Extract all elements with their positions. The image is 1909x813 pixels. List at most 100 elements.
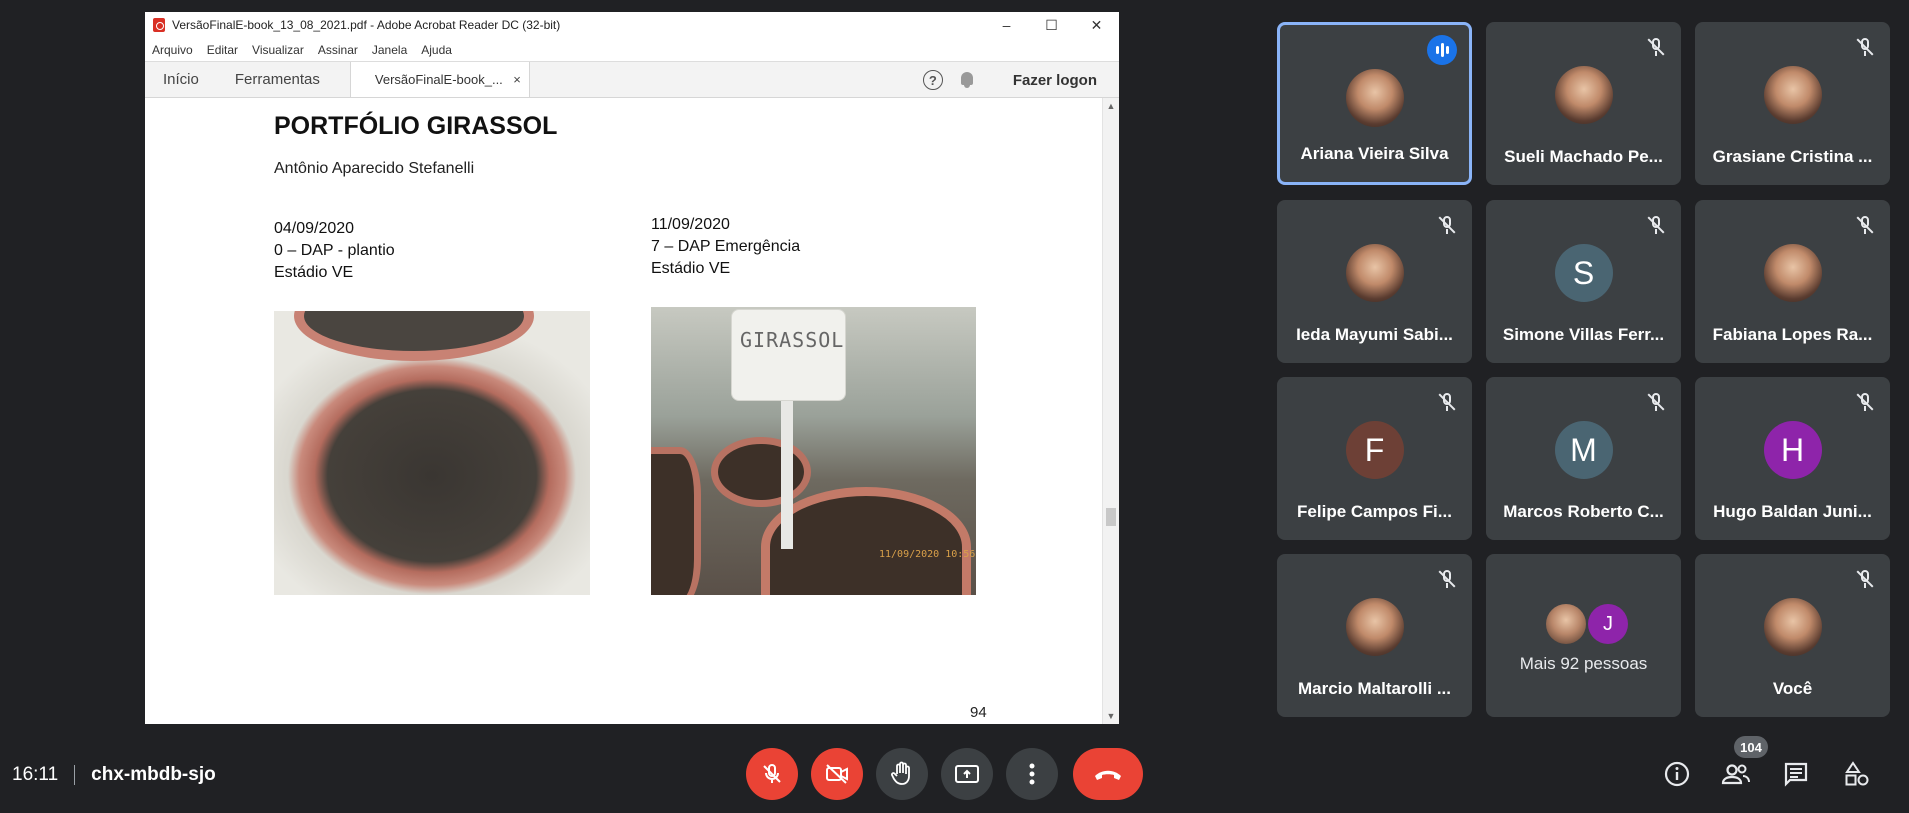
more-avatars: J (1546, 604, 1628, 644)
participant-tile[interactable]: F Felipe Campos Fi... (1277, 377, 1472, 540)
participant-tile[interactable]: Ariana Vieira Silva (1277, 22, 1472, 185)
tab-close-icon[interactable]: × (513, 72, 521, 87)
camera-toggle-button[interactable] (811, 748, 863, 800)
acrobat-tabbar: Início Ferramentas VersãoFinalE-book_...… (145, 62, 1119, 98)
plant-sign-text: GIRASSOL (740, 328, 845, 352)
mic-muted-icon (1436, 568, 1458, 590)
more-options-button[interactable] (1006, 748, 1058, 800)
present-screen-button[interactable] (941, 748, 993, 800)
more-people-tile[interactable]: J Mais 92 pessoas (1486, 554, 1681, 717)
maximize-icon[interactable]: ☐ (1029, 12, 1074, 38)
mic-muted-icon (1436, 391, 1458, 413)
help-icon[interactable]: ? (922, 70, 943, 90)
meeting-controls: 16:11 chx-mbdb-sjo 104 (0, 736, 1909, 813)
divider (74, 765, 76, 785)
bell-icon[interactable] (959, 71, 975, 89)
mini-avatar (1546, 604, 1586, 644)
avatar (1763, 598, 1822, 656)
shapes-icon (1845, 761, 1869, 786)
mic-muted-icon (1854, 36, 1876, 58)
participant-tile[interactable]: Você (1695, 554, 1890, 717)
avatar (1345, 69, 1404, 127)
participant-name: Felipe Campos Fi... (1297, 502, 1452, 521)
raise-hand-button[interactable] (876, 748, 928, 800)
participant-name: Fabiana Lopes Ra... (1712, 325, 1873, 344)
chat-button[interactable] (1776, 754, 1816, 794)
entry-1: 04/09/2020 0 – DAP - plantio Estádio VE (274, 218, 395, 284)
scroll-up-icon[interactable]: ▲ (1103, 98, 1119, 114)
pdf-icon (153, 18, 165, 32)
menu-visualizar[interactable]: Visualizar (252, 43, 304, 57)
acrobat-toolbar-right: ? Fazer logon (922, 62, 1097, 98)
menu-arquivo[interactable]: Arquivo (152, 43, 193, 57)
entry-2-date: 11/09/2020 (651, 216, 730, 233)
hand-icon (891, 761, 910, 785)
entry-2-stage: 7 – DAP Emergência (651, 238, 801, 255)
acrobat-title-bar: VersãoFinalE-book_13_08_2021.pdf - Adobe… (145, 12, 1119, 38)
pdf-page: PORTFÓLIO GIRASSOL Antônio Aparecido Ste… (145, 98, 1119, 724)
minimize-icon[interactable]: – (984, 12, 1029, 38)
photo-timestamp: 11/09/2020 10:56 (879, 549, 976, 560)
mic-muted-icon (1854, 568, 1876, 590)
participant-name: Simone Villas Ferr... (1502, 325, 1665, 344)
menu-assinar[interactable]: Assinar (318, 43, 358, 57)
page-number: 94 (970, 704, 987, 721)
window-title: VersãoFinalE-book_13_08_2021.pdf - Adobe… (172, 18, 561, 32)
avatar: S (1554, 244, 1613, 302)
present-icon (955, 765, 979, 783)
meeting-code: chx-mbdb-sjo (91, 764, 216, 785)
participant-tile[interactable]: Sueli Machado Pe... (1486, 22, 1681, 185)
document-title: PORTFÓLIO GIRASSOL (274, 112, 558, 140)
mic-muted-icon (1645, 391, 1667, 413)
participant-tile[interactable]: Fabiana Lopes Ra... (1695, 200, 1890, 363)
login-button[interactable]: Fazer logon (1013, 72, 1097, 89)
menu-janela[interactable]: Janela (372, 43, 407, 57)
participant-tile[interactable]: Marcio Maltarolli ... (1277, 554, 1472, 717)
participant-tile[interactable]: M Marcos Roberto C... (1486, 377, 1681, 540)
tab-inicio[interactable]: Início (145, 62, 217, 97)
meeting-info: 16:11 chx-mbdb-sjo (12, 764, 216, 786)
participant-tile[interactable]: Ieda Mayumi Sabi... (1277, 200, 1472, 363)
tab-document[interactable]: VersãoFinalE-book_... × (349, 62, 530, 97)
photo-pot-soil (274, 311, 590, 595)
menu-ajuda[interactable]: Ajuda (421, 43, 452, 57)
entry-1-estadio: Estádio VE (274, 264, 354, 281)
avatar (1763, 66, 1822, 124)
pot-shape (651, 447, 701, 595)
participant-tile[interactable]: S Simone Villas Ferr... (1486, 200, 1681, 363)
photo-sunflower-sign: GIRASSOL 11/09/2020 10:56 (651, 307, 976, 595)
sign-stake (781, 399, 793, 549)
menu-editar[interactable]: Editar (207, 43, 238, 57)
participant-name: Marcio Maltarolli ... (1297, 679, 1452, 698)
mic-muted-icon (1436, 214, 1458, 236)
tab-ferramentas[interactable]: Ferramentas (217, 62, 338, 97)
pot-shape (711, 437, 811, 507)
hang-up-icon (1095, 770, 1121, 780)
participant-tile[interactable]: Grasiane Cristina ... (1695, 22, 1890, 185)
avatar (1345, 598, 1404, 656)
mic-off-icon (763, 764, 781, 783)
scroll-down-icon[interactable]: ▼ (1103, 708, 1119, 724)
mic-toggle-button[interactable] (746, 748, 798, 800)
people-icon (1721, 764, 1750, 785)
window-controls: – ☐ ✕ (984, 12, 1119, 38)
mic-muted-icon (1645, 36, 1667, 58)
people-button[interactable] (1716, 754, 1756, 794)
close-icon[interactable]: ✕ (1074, 12, 1119, 38)
avatar (1763, 244, 1822, 302)
plant-sign: GIRASSOL (731, 309, 846, 401)
avatar: F (1345, 421, 1404, 479)
meeting-details-button[interactable] (1657, 754, 1697, 794)
entry-2-estadio: Estádio VE (651, 260, 731, 277)
participant-tile[interactable]: H Hugo Baldan Juni... (1695, 377, 1890, 540)
mini-avatar-letter: J (1588, 604, 1628, 644)
pdf-scrollbar[interactable]: ▲ ▼ (1102, 98, 1119, 724)
leave-call-button[interactable] (1073, 748, 1143, 800)
participant-name: Você (1772, 679, 1813, 698)
scroll-thumb[interactable] (1106, 508, 1116, 526)
shared-screen: VersãoFinalE-book_13_08_2021.pdf - Adobe… (145, 12, 1119, 724)
mic-muted-icon (1854, 214, 1876, 236)
more-people-label: Mais 92 pessoas (1519, 654, 1648, 673)
avatar (1554, 66, 1613, 124)
activities-button[interactable] (1837, 754, 1877, 794)
